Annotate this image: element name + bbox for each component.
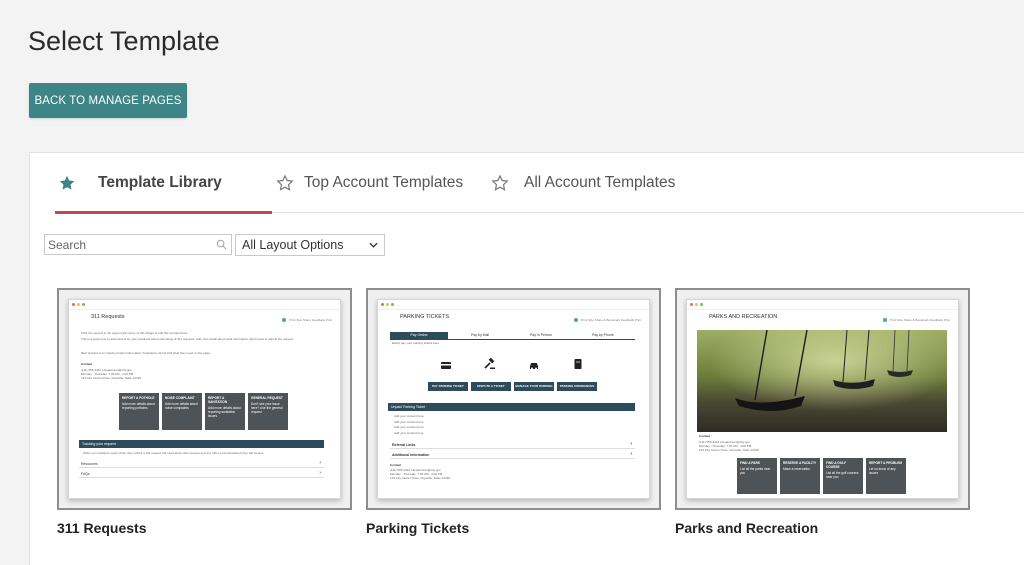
preview-tile: GENERAL REQUEST Don't see your issue here… [248, 393, 288, 430]
preview-title: PARKS AND RECREATION [709, 314, 778, 320]
select-value: All Layout Options [242, 238, 344, 252]
tab-label: Template Library [98, 174, 222, 191]
page-title: Select Template [28, 26, 220, 56]
search-input[interactable] [44, 234, 232, 255]
star-outline-icon [491, 174, 509, 191]
preview-tools: Print Size Share & Bookmark Feedback Pri… [883, 318, 950, 322]
playground-swings-photo [697, 330, 947, 432]
window-dots [381, 303, 394, 306]
preview-accordion-row: Resources [79, 460, 324, 468]
template-name[interactable]: Parking Tickets [366, 520, 661, 536]
preview-text: Add your content here [394, 425, 424, 429]
preview-contact: (111) 555-4444 | department@city.gov Mon… [81, 368, 142, 380]
preview-text: Add your content here [394, 414, 424, 418]
preview-tab: Pay by Phone [592, 333, 614, 337]
preview-text: When you residents report when they subm… [83, 451, 265, 455]
preview-button: PARKING ORDINANCES [557, 382, 597, 391]
preview-accordion-header: Unpaid Parking Ticket [388, 403, 635, 411]
preview-accordion-row: Additional Information [390, 451, 635, 459]
template-name[interactable]: 311 Requests [57, 520, 352, 536]
preview-text: This is a great spot to add content for … [81, 337, 294, 341]
preview-tile: REPORT A POTHOLE Add more details about r… [119, 393, 159, 430]
preview-tab: Pay in Person [530, 333, 552, 337]
preview-accordion-row: FAQs [79, 470, 324, 478]
preview-contact: (111) 555-4444 | department@city.gov Mon… [699, 440, 760, 452]
layout-options-select[interactable]: All Layout Options [235, 234, 385, 256]
template-name[interactable]: Parks and Recreation [675, 520, 970, 536]
template-preview-frame[interactable]: 311 Requests Print Size Share Feedback P… [57, 288, 352, 510]
search-icon [216, 239, 227, 250]
preview-tab: Pay Online [390, 332, 448, 339]
window-dots [690, 303, 703, 306]
window-dots [72, 303, 85, 306]
preview-tab: Pay by Mail [471, 333, 490, 337]
preview-title: 311 Requests [91, 314, 125, 320]
preview-text: Click the second in the upper right corn… [81, 331, 188, 335]
template-preview: 311 Requests Print Size Share Feedback P… [68, 299, 341, 499]
preview-contact-label: Contact [81, 362, 93, 366]
preview-tile: FIND A PARK List all the parks near you [737, 458, 777, 494]
preview-tile: REPORT A PROBLEM Let us know of any issue… [866, 458, 906, 494]
preview-text: Add your content here [394, 431, 424, 435]
gavel-icon [484, 358, 495, 369]
car-icon [530, 363, 538, 370]
chevron-down-icon [369, 242, 378, 248]
preview-text: Add your content here [394, 420, 424, 424]
preview-tools: Print Size Share Feedback Print [282, 318, 332, 322]
preview-title: PARKING TICKETS [400, 314, 450, 320]
tab-template-library[interactable]: Template Library [55, 153, 272, 214]
preview-tile: FIND A GOLF COURSE List all the golf cour… [823, 458, 863, 494]
preview-text: Easily pay your parking tickets here [392, 341, 440, 345]
preview-button: PAY PARKING TICKET [428, 382, 468, 391]
star-outline-icon [276, 174, 294, 191]
preview-button: DISPUTE A TICKET [471, 382, 511, 391]
preview-tools: Print Size Share & Bookmark Feedback Pri… [574, 318, 641, 322]
tab-label: Top Account Templates [304, 174, 464, 191]
preview-accordion-header: Tracking your request [79, 440, 324, 448]
credit-card-icon [441, 362, 451, 369]
template-card-parking-tickets[interactable]: PARKING TICKETS Print Size Share & Bookm… [366, 288, 661, 536]
preview-tile: NOISE COMPLAINT Add more details about no… [162, 393, 202, 430]
template-tabs: Template Library Top Account Templates A… [55, 153, 1024, 214]
preview-accordion-row: Referral Links [390, 441, 635, 449]
preview-button: MANAGE YOUR PARKING [514, 382, 554, 391]
star-filled-icon [59, 175, 75, 190]
book-icon [574, 359, 582, 369]
template-preview: PARKS AND RECREATION Print Size Share & … [686, 299, 959, 499]
preview-tile: REPORT A SANITATION Add more details abou… [205, 393, 245, 430]
active-tab-indicator [55, 211, 272, 214]
tab-top-account-templates[interactable]: Top Account Templates [276, 153, 463, 213]
preview-text: Best practice is to include contact info… [81, 351, 211, 355]
preview-tile: RESERVE A FACILITY Make a reservation [780, 458, 820, 494]
tab-label: All Account Templates [524, 174, 676, 191]
preview-contact-label: Contact [390, 463, 402, 467]
preview-contact-label: Contact [699, 434, 711, 438]
template-preview-frame[interactable]: PARKS AND RECREATION Print Size Share & … [675, 288, 970, 510]
back-to-manage-pages-button[interactable]: BACK TO MANAGE PAGES [29, 83, 187, 118]
tab-all-account-templates[interactable]: All Account Templates [491, 153, 675, 213]
template-panel: Template Library Top Account Templates A… [29, 152, 1024, 565]
template-preview: PARKING TICKETS Print Size Share & Bookm… [377, 299, 650, 499]
template-preview-frame[interactable]: PARKING TICKETS Print Size Share & Bookm… [366, 288, 661, 510]
template-card-311-requests[interactable]: 311 Requests Print Size Share Feedback P… [57, 288, 352, 536]
template-card-parks-and-recreation[interactable]: PARKS AND RECREATION Print Size Share & … [675, 288, 970, 536]
preview-contact: (111) 555-4444 | department@city.gov Mon… [390, 468, 451, 480]
